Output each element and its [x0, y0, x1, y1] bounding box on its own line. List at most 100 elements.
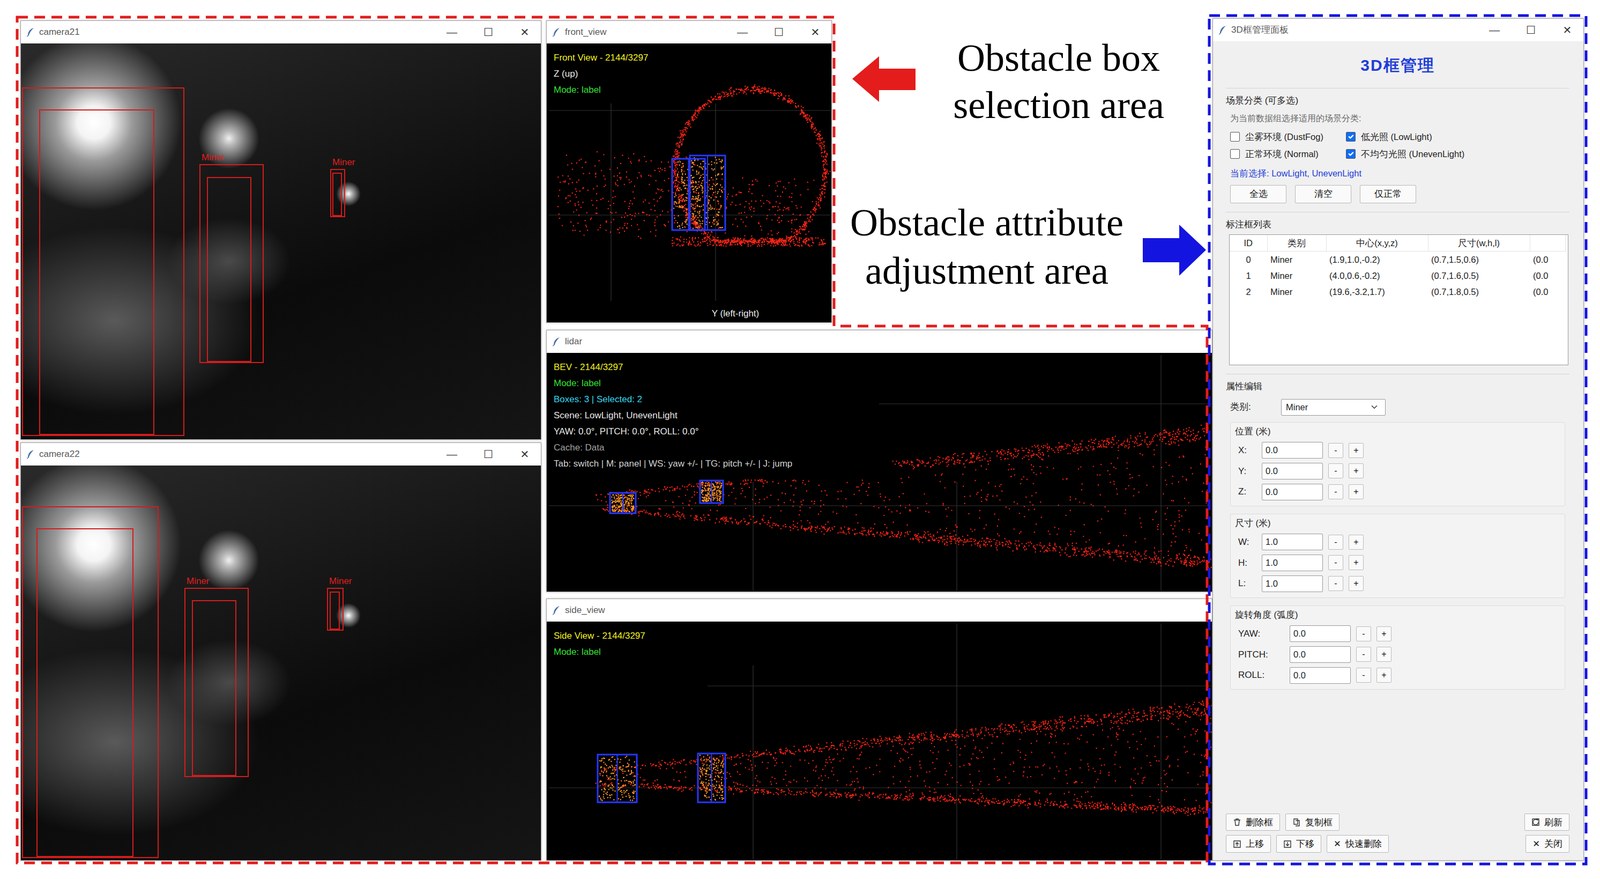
- selected-box[interactable]: [597, 754, 637, 802]
- point-cloud[interactable]: [546, 621, 1212, 860]
- bounding-box[interactable]: Miner: [199, 164, 264, 363]
- feather-icon: [552, 336, 561, 347]
- minimize-button[interactable]: —: [435, 24, 468, 41]
- selected-box[interactable]: [609, 492, 636, 513]
- decrement-button[interactable]: -: [1328, 484, 1344, 500]
- quick-delete-button[interactable]: ✕快速删除: [1326, 834, 1389, 853]
- scene-option-label[interactable]: 不均匀光照 (UnevenLight): [1360, 147, 1465, 161]
- scene-checkbox[interactable]: [1230, 149, 1240, 159]
- increment-button[interactable]: +: [1348, 575, 1364, 591]
- column-header[interactable]: 中心(x,y,z): [1326, 234, 1428, 252]
- bounding-box[interactable]: [21, 87, 185, 436]
- column-header[interactable]: [1529, 234, 1566, 252]
- maximize-button[interactable]: ☐: [472, 24, 505, 41]
- close-button[interactable]: ✕: [508, 445, 541, 463]
- title-bar[interactable]: front_view —☐✕: [546, 20, 832, 44]
- close-button[interactable]: ✕: [508, 24, 541, 41]
- select-all-button[interactable]: 全选: [1230, 184, 1287, 204]
- decrement-button[interactable]: -: [1328, 463, 1344, 479]
- scene-option[interactable]: 正常环境 (Normal): [1230, 147, 1346, 161]
- button-label: 关闭: [1544, 836, 1563, 851]
- field-input[interactable]: [1261, 575, 1323, 592]
- increment-button[interactable]: +: [1348, 442, 1364, 458]
- close-button[interactable]: ✕: [1551, 21, 1584, 39]
- box-edge: [36, 527, 134, 857]
- decrement-button[interactable]: -: [1328, 442, 1344, 458]
- bounding-box[interactable]: Miner: [330, 168, 346, 218]
- table-cell: (0.7,1.8,0.5): [1427, 283, 1530, 300]
- close-panel-button[interactable]: ✕关闭: [1525, 834, 1570, 853]
- point-cloud[interactable]: [546, 352, 1212, 592]
- selected-box[interactable]: [689, 155, 726, 230]
- clear-button[interactable]: 清空: [1295, 184, 1352, 204]
- table-row[interactable]: 0Miner(1.9,1.0,-0.2)(0.7,1.5,0.6)(0.0: [1229, 251, 1566, 269]
- move-up-button[interactable]: 上移: [1225, 834, 1271, 853]
- table-cell: (4.0,0.6,-0.2): [1326, 267, 1428, 284]
- bounding-box[interactable]: [21, 505, 159, 858]
- field-input[interactable]: [1289, 645, 1351, 663]
- increment-button[interactable]: +: [1348, 484, 1364, 500]
- delete-button[interactable]: 删除框: [1225, 813, 1280, 831]
- move-down-button[interactable]: 下移: [1276, 834, 1322, 853]
- maximize-button[interactable]: ☐: [1514, 21, 1547, 39]
- decrement-button[interactable]: -: [1328, 554, 1344, 570]
- increment-button[interactable]: +: [1348, 463, 1364, 479]
- copy-button[interactable]: 复制框: [1285, 813, 1340, 831]
- increment-button[interactable]: +: [1376, 667, 1392, 683]
- normal-only-button[interactable]: 仅正常: [1359, 184, 1417, 204]
- bounding-box[interactable]: Miner: [184, 587, 249, 777]
- decrement-button[interactable]: -: [1356, 667, 1372, 683]
- increment-button[interactable]: +: [1376, 626, 1392, 642]
- field-input[interactable]: [1261, 533, 1323, 550]
- category-select[interactable]: Miner: [1281, 398, 1386, 416]
- minimize-button[interactable]: —: [1478, 21, 1511, 39]
- minimize-button[interactable]: —: [435, 445, 468, 463]
- title-bar[interactable]: side_view: [546, 598, 1212, 622]
- field-input[interactable]: [1261, 441, 1323, 459]
- bev-view: BEV - 2144/3297Mode: labelBoxes: 3 | Sel…: [546, 352, 1212, 592]
- attribute-area-frame: [1209, 15, 1587, 864]
- overlay-line: Side View - 2144/3297: [553, 627, 646, 644]
- maximize-button[interactable]: ☐: [472, 445, 505, 463]
- selected-box[interactable]: [700, 480, 724, 503]
- bounding-box[interactable]: Miner: [326, 587, 344, 631]
- close-button[interactable]: ✕: [799, 24, 832, 41]
- scene-option[interactable]: 低光照 (LowLight): [1345, 130, 1570, 144]
- refresh-button[interactable]: 刷新: [1524, 813, 1570, 831]
- field-input[interactable]: [1261, 483, 1323, 501]
- scene-option[interactable]: 不均匀光照 (UnevenLight): [1345, 147, 1570, 161]
- scene-checkbox[interactable]: [1345, 149, 1356, 159]
- selected-box[interactable]: [697, 753, 726, 802]
- window-title: front_view: [564, 25, 607, 40]
- scene-checkbox[interactable]: [1230, 131, 1240, 142]
- maximize-button[interactable]: ☐: [762, 24, 795, 41]
- field-input[interactable]: [1289, 624, 1351, 642]
- selected-box[interactable]: [672, 158, 705, 230]
- field-input[interactable]: [1261, 554, 1323, 571]
- scene-option-label[interactable]: 低光照 (LowLight): [1360, 130, 1433, 144]
- increment-button[interactable]: +: [1348, 534, 1364, 550]
- increment-button[interactable]: +: [1348, 554, 1364, 570]
- title-bar[interactable]: lidar: [546, 330, 1212, 353]
- title-bar[interactable]: camera22—☐✕: [20, 442, 541, 466]
- table-cell: 0: [1229, 251, 1268, 269]
- minimize-button[interactable]: —: [726, 24, 759, 41]
- scene-option-label[interactable]: 正常环境 (Normal): [1245, 147, 1319, 161]
- title-bar[interactable]: camera21—☐✕: [20, 20, 541, 44]
- title-bar[interactable]: 3D框管理面板—☐✕: [1212, 18, 1584, 42]
- decrement-button[interactable]: -: [1328, 534, 1344, 550]
- table-row[interactable]: 2Miner(19.6,-3.2,1.7)(0.7,1.8,0.5)(0.0: [1229, 283, 1566, 300]
- decrement-button[interactable]: -: [1328, 575, 1344, 591]
- column-header[interactable]: 类别: [1267, 234, 1327, 252]
- scene-option-label[interactable]: 尘雾环境 (DustFog): [1245, 130, 1324, 144]
- decrement-button[interactable]: -: [1356, 646, 1372, 662]
- field-input[interactable]: [1289, 666, 1351, 684]
- decrement-button[interactable]: -: [1356, 626, 1372, 642]
- column-header[interactable]: 尺寸(w,h,l): [1427, 234, 1530, 252]
- column-header[interactable]: ID: [1229, 234, 1268, 252]
- table-row[interactable]: 1Miner(4.0,0.6,-0.2)(0.7,1.6,0.5)(0.0: [1229, 267, 1566, 284]
- increment-button[interactable]: +: [1376, 646, 1392, 662]
- scene-option[interactable]: 尘雾环境 (DustFog): [1230, 130, 1346, 144]
- scene-checkbox[interactable]: [1345, 131, 1356, 142]
- field-input[interactable]: [1261, 462, 1323, 480]
